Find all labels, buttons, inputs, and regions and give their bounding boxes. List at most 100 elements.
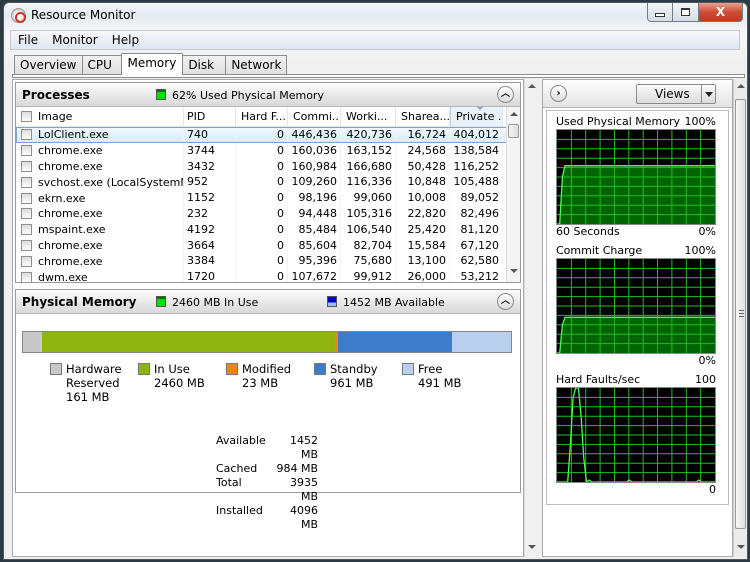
table-row[interactable]: ekrn.exe 1152 0 98,196 99,060 10,008 89,052: [16, 190, 520, 206]
column-header-hard-faults[interactable]: Hard F...: [236, 107, 288, 126]
cell-image: LolClient.exe: [16, 127, 184, 143]
table-row[interactable]: LolClient.exe 740 0 446,436 420,736 16,724 404…: [16, 127, 520, 143]
row-checkbox[interactable]: [21, 145, 32, 157]
memory-stats: Available 1452 MB Cached 984 MB Total 3935 …: [216, 434, 318, 532]
close-icon: X: [715, 5, 726, 19]
collapse-processes-button[interactable]: ︿: [497, 86, 514, 103]
graphs-scroll-thumb[interactable]: [735, 99, 746, 529]
cell-working: 166,680: [341, 158, 396, 175]
scroll-up-arrow-icon[interactable]: [528, 84, 536, 88]
cell-working: 82,704: [341, 237, 396, 254]
resource-monitor-window: Resource Monitor X File Monitor Help Ove…: [3, 2, 748, 560]
column-header-private[interactable]: Private ...: [450, 107, 503, 126]
graph-commit-charge: Commit Charge 100% 0%: [556, 244, 716, 368]
row-checkbox[interactable]: [21, 129, 32, 141]
table-row[interactable]: svchost.exe (LocalSystemNet...9520109,26…: [16, 174, 520, 191]
commit-charge-plot: [557, 259, 715, 353]
table-row[interactable]: mspaint.exe 4192 0 85,484 106,540 25,420 81,12…: [16, 221, 520, 238]
graphs-scrollbar[interactable]: [733, 79, 747, 557]
row-checkbox[interactable]: [21, 271, 32, 282]
close-button[interactable]: X: [699, 3, 743, 22]
menu-monitor[interactable]: Monitor: [45, 33, 105, 47]
cell-shareable: 13,100: [396, 253, 450, 270]
processes-table: Image PID Hard F... Commi... Worki... Sh…: [16, 107, 520, 282]
column-header-pid[interactable]: PID: [184, 107, 236, 126]
cell-pid: 232: [184, 205, 236, 222]
cell-hard-faults: 0: [236, 158, 288, 175]
views-dropdown[interactable]: Views: [636, 84, 716, 104]
tab-network[interactable]: Network: [225, 55, 288, 74]
scroll-down-arrow-icon[interactable]: [528, 545, 536, 549]
processes-header[interactable]: Processes 62% Used Physical Memory ︿: [16, 83, 520, 107]
maximize-button[interactable]: [673, 3, 699, 22]
legend-in-use: In Use 2460 MB: [138, 362, 205, 390]
used-physical-memory-plot: [557, 130, 715, 224]
column-header-commit[interactable]: Commi...: [288, 107, 341, 126]
cell-shareable: 24,568: [396, 142, 450, 159]
cell-private: 81,120: [450, 221, 503, 238]
row-checkbox[interactable]: [21, 224, 32, 236]
left-pane-scrollbar[interactable]: [524, 79, 538, 557]
physical-memory-header[interactable]: Physical Memory 2460 MB In Use 1452 MB A…: [16, 290, 520, 314]
tab-disk[interactable]: Disk: [182, 55, 227, 74]
tab-memory[interactable]: Memory: [120, 53, 184, 75]
tab-cpu[interactable]: CPU: [81, 55, 122, 74]
processes-scroll-thumb[interactable]: [508, 124, 519, 138]
graph-min-label: 0%: [698, 354, 716, 367]
scroll-down-arrow-icon[interactable]: [737, 545, 745, 549]
table-row[interactable]: chrome.exe 3664 0 85,604 82,704 15,584 67,120: [16, 237, 520, 254]
row-checkbox[interactable]: [21, 192, 32, 204]
row-checkbox[interactable]: [21, 255, 32, 267]
physical-memory-panel: Physical Memory 2460 MB In Use 1452 MB A…: [15, 289, 521, 531]
cell-working: 99,060: [341, 190, 396, 206]
stat-available: Available 1452 MB: [216, 434, 318, 462]
cell-hard-faults: 0: [236, 174, 288, 191]
scroll-up-arrow-icon[interactable]: [737, 84, 745, 88]
cell-hard-faults: 0: [236, 237, 288, 254]
cell-hard-faults: 0: [236, 205, 288, 222]
table-row[interactable]: dwm.exe 1720 0 107,672 99,912 26,000 53,212: [16, 269, 520, 282]
cell-pid: 3664: [184, 237, 236, 254]
table-row[interactable]: chrome.exe 3432 0 160,984 166,680 50,428 116,2…: [16, 158, 520, 175]
process-name: LolClient.exe: [38, 128, 109, 142]
cell-image: svchost.exe (LocalSystemNet...: [16, 174, 184, 191]
column-header-working-set[interactable]: Worki...: [341, 107, 396, 126]
legend-standby-label: Standby: [330, 362, 378, 376]
row-checkbox[interactable]: [21, 208, 32, 220]
physical-memory-title: Physical Memory: [22, 295, 137, 309]
processes-scrollbar[interactable]: [506, 107, 520, 282]
legend-modified-value: 23 MB: [242, 376, 279, 390]
scroll-up-arrow-icon[interactable]: [510, 112, 518, 116]
menu-bar: File Monitor Help: [10, 30, 740, 50]
column-header-shareable[interactable]: Sharea...: [396, 107, 450, 126]
table-row[interactable]: chrome.exe 3384 0 95,396 75,680 13,100 62,580: [16, 253, 520, 270]
chevron-down-icon[interactable]: [701, 85, 715, 103]
legend-modified-label: Modified: [242, 362, 292, 376]
memory-bar-segment-in-use: [42, 332, 336, 352]
row-checkbox[interactable]: [21, 239, 32, 251]
column-header-image[interactable]: Image: [16, 107, 184, 126]
table-row[interactable]: chrome.exe 232 0 94,448 105,316 22,820 82,496: [16, 205, 520, 222]
cell-working: 99,912: [341, 269, 396, 282]
graph-footer: 0: [556, 483, 716, 497]
table-row[interactable]: chrome.exe 3744 0 160,036 163,152 24,568 138,5…: [16, 142, 520, 159]
minimize-button[interactable]: [647, 3, 673, 22]
row-checkbox[interactable]: [21, 176, 32, 188]
collapse-physical-memory-button[interactable]: ︿: [497, 293, 514, 310]
tab-overview[interactable]: Overview: [14, 55, 83, 74]
menu-help[interactable]: Help: [105, 33, 146, 47]
select-all-checkbox[interactable]: [21, 111, 32, 122]
scroll-down-arrow-icon[interactable]: [510, 269, 518, 273]
cell-pid: 952: [184, 174, 236, 191]
cell-hard-faults: 0: [236, 127, 288, 143]
title-bar[interactable]: Resource Monitor X: [4, 3, 747, 29]
in-use-legend-swatch-icon: [138, 363, 150, 375]
graph-canvas: [556, 129, 716, 225]
legend-hardware-reserved-line2: Reserved: [66, 376, 120, 390]
process-rows: LolClient.exe 740 0 446,436 420,736 16,724 404…: [16, 127, 520, 282]
menu-file[interactable]: File: [11, 33, 45, 47]
row-checkbox[interactable]: [21, 160, 32, 172]
cell-hard-faults: 0: [236, 190, 288, 206]
expand-graphs-button[interactable]: ›: [550, 85, 567, 102]
cell-image: chrome.exe: [16, 237, 184, 254]
